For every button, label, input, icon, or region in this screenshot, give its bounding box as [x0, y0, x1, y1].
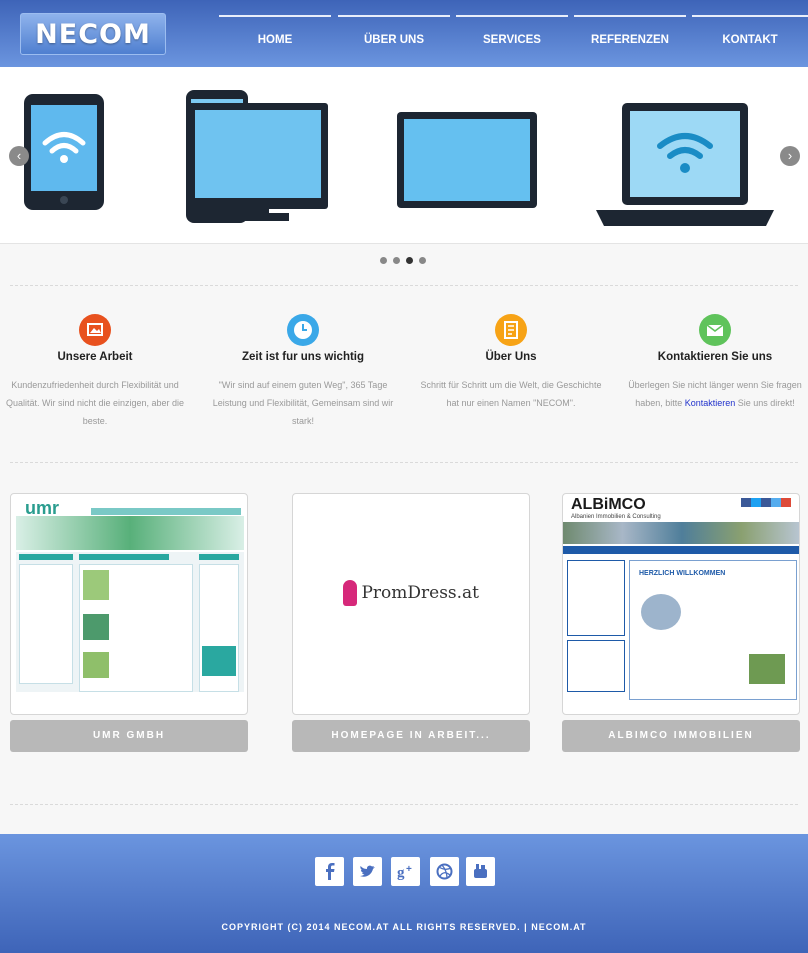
promdress-figure-icon [343, 580, 357, 606]
reference-homepage-button[interactable]: HOMEPAGE IN ARBEIT... [292, 720, 530, 752]
albimco-heading: HERZLICH WILLKOMMEN [639, 570, 726, 577]
slider-next-button[interactable]: › [780, 146, 800, 166]
reference-albimco: ALBiMCO Albanien Immobilien & Consulting… [562, 493, 800, 752]
divider [10, 285, 798, 286]
reference-thumbnail[interactable]: PromDress.at [292, 493, 530, 715]
feature-unsere-arbeit: Unsere Arbeit Kundenzufriedenheit durch … [0, 314, 190, 430]
feature-zeit: Zeit ist fur uns wichtig "Wir sind auf e… [208, 314, 398, 430]
picture-icon [79, 314, 111, 346]
dribbble-icon[interactable] [430, 857, 459, 886]
reference-albimco-button[interactable]: ALBIMCO IMMOBILIEN [562, 720, 800, 752]
feature-text: Schritt für Schritt um die Welt, die Ges… [420, 380, 602, 408]
slider-dot-3[interactable] [406, 257, 413, 264]
logo[interactable]: NECOM [20, 13, 166, 55]
svg-text:g: g [397, 865, 405, 881]
feature-ueber-uns: Über Uns Schritt für Schritt um die Welt… [416, 314, 606, 412]
feature-title: Kontaktieren Sie uns [657, 351, 773, 363]
albimco-logo: ALBiMCO [571, 496, 646, 513]
reference-promdress: PromDress.at HOMEPAGE IN ARBEIT... [292, 493, 530, 752]
kontakt-link[interactable]: Kontaktieren [685, 398, 736, 408]
feature-text-after: Sie uns direkt! [735, 398, 795, 408]
google-plus-icon[interactable]: g + [391, 857, 420, 886]
feature-kontakt: Kontaktieren Sie uns Überlegen Sie nicht… [620, 314, 808, 412]
nav-kontakt[interactable]: KONTAKT [692, 15, 808, 60]
device-slider: ‹ › [0, 67, 808, 244]
feature-title: Unsere Arbeit [57, 351, 133, 363]
feature-title: Zeit ist fur uns wichtig [241, 351, 365, 363]
reference-thumbnail[interactable]: ALBiMCO Albanien Immobilien & Consulting… [562, 493, 800, 715]
nav-ueber-uns[interactable]: ÜBER UNS [338, 15, 450, 60]
feature-text: Kundenzufriedenheit durch Flexibilität u… [5, 380, 185, 426]
nav-services[interactable]: SERVICES [456, 15, 568, 60]
slider-dots [380, 251, 432, 264]
albimco-subtitle: Albanien Immobilien & Consulting [571, 514, 661, 520]
laptop-icon [596, 103, 774, 226]
divider [10, 462, 798, 463]
document-icon [495, 314, 527, 346]
reference-umr: umr UMR GMBH [10, 493, 248, 752]
svg-text:+: + [406, 864, 412, 875]
display-icon [397, 112, 537, 208]
facebook-icon[interactable] [315, 857, 344, 886]
mail-icon [699, 314, 731, 346]
youtube-icon[interactable] [466, 857, 495, 886]
promdress-logo: PromDress.at [343, 580, 483, 610]
slider-prev-button[interactable]: ‹ [9, 146, 29, 166]
nav-home[interactable]: HOME [219, 15, 331, 60]
monitor-icon [186, 90, 328, 223]
footer: g + COPYRIGHT (C) 2014 NECOM.AT ALL RIGHT… [0, 834, 808, 953]
feature-text: Überlegen Sie nicht länger wenn Sie frag… [620, 376, 808, 412]
header: NECOM HOME ÜBER UNS SERVICES REFERENZEN … [0, 0, 808, 67]
feature-text: "Wir sind auf einem guten Weg", 365 Tage… [212, 380, 394, 426]
copyright-text: COPYRIGHT (C) 2014 NECOM.AT ALL RIGHTS R… [221, 922, 587, 932]
promdress-text: PromDress.at [361, 583, 480, 603]
reference-thumbnail[interactable]: umr [10, 493, 248, 715]
nav-referenzen[interactable]: REFERENZEN [574, 15, 686, 60]
clock-icon [287, 314, 319, 346]
divider [10, 804, 798, 805]
slider-dot-1[interactable] [380, 257, 387, 264]
reference-umr-button[interactable]: UMR GMBH [10, 720, 248, 752]
slider-dot-2[interactable] [393, 257, 400, 264]
tablet-icon [24, 94, 104, 210]
feature-title: Über Uns [485, 351, 537, 363]
twitter-icon[interactable] [353, 857, 382, 886]
slider-dot-4[interactable] [419, 257, 426, 264]
